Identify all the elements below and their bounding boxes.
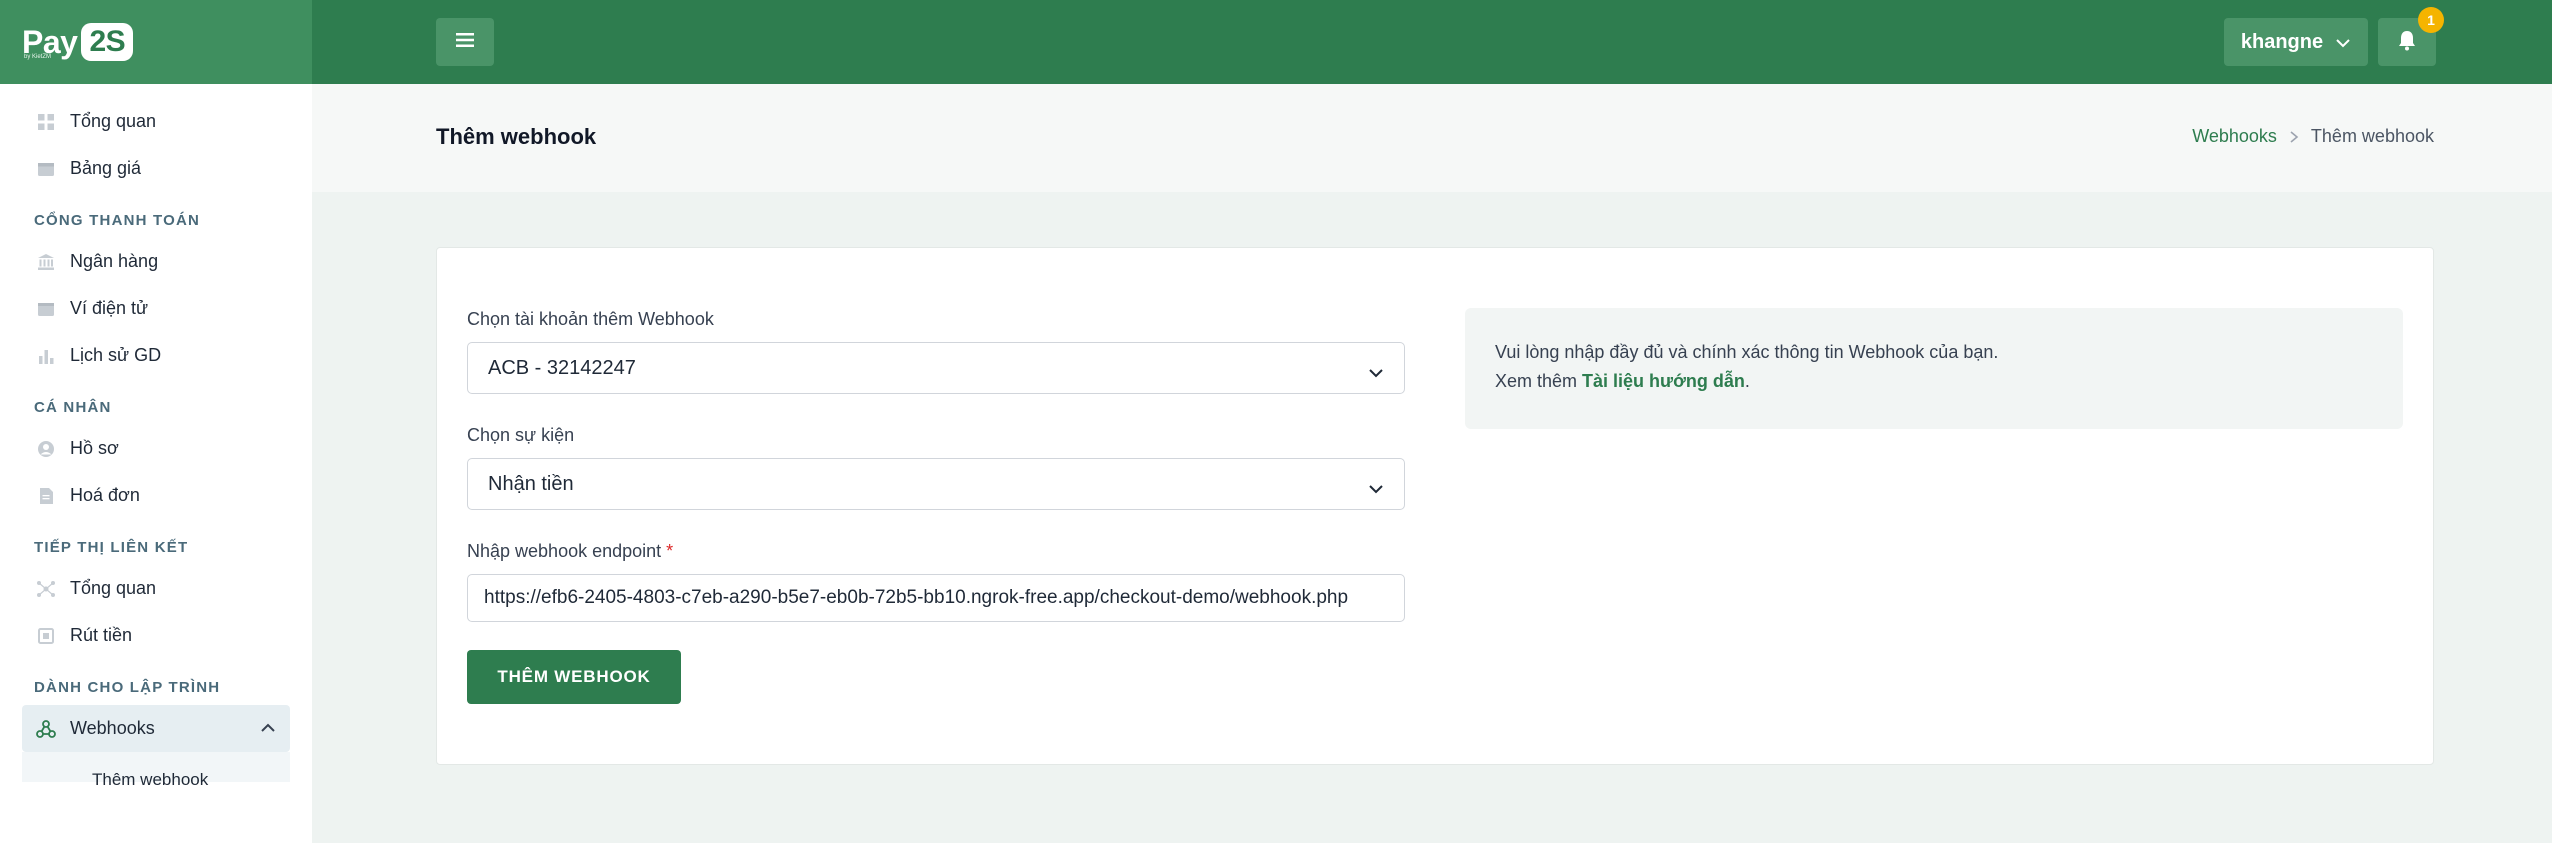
- sidebar-item-label: Hoá đơn: [70, 485, 140, 505]
- brand-subtitle: by KietZM: [24, 54, 52, 60]
- chevron-down-icon: [1368, 477, 1384, 500]
- account-select[interactable]: ACB - 32142247: [467, 342, 1405, 394]
- network-icon: [36, 579, 56, 599]
- chevron-up-icon: [260, 720, 276, 738]
- sidebar-item-overview[interactable]: Tổng quan: [22, 98, 290, 145]
- user-menu-button[interactable]: khangne: [2224, 18, 2368, 66]
- sidebar-item-label: Webhooks: [70, 718, 155, 738]
- chevron-right-icon: [2289, 130, 2299, 144]
- account-label: Chọn tài khoản thêm Webhook: [467, 309, 714, 329]
- brand-number: 2S: [81, 23, 134, 61]
- section-title-personal: CÁ NHÂN: [34, 399, 112, 416]
- sidebar-item-label: Lịch sử GD: [70, 345, 162, 365]
- info-line-2: Xem thêm Tài liệu hướng dẫn.: [1495, 367, 2373, 396]
- username: khangne: [2240, 30, 2324, 53]
- hamburger-icon: [456, 32, 474, 53]
- sidebar-item-profile[interactable]: Hồ sơ: [22, 425, 290, 472]
- info-line-1: Vui lòng nhập đầy đủ và chính xác thông …: [1495, 342, 1999, 362]
- sidebar-item-ewallet[interactable]: Ví điện tử: [22, 285, 290, 332]
- bar-chart-icon: [36, 346, 56, 366]
- endpoint-label: Nhập webhook endpoint *: [467, 541, 673, 562]
- page-header: Thêm webhook Webhooks Thêm webhook: [312, 84, 2552, 192]
- section-title-payment: CỔNG THANH TOÁN: [34, 212, 201, 229]
- webhook-icon: [36, 719, 56, 739]
- sidebar-nav: Tổng quan Bảng giá CỔNG THANH TOÁN Ngân …: [0, 84, 312, 789]
- section-title-affiliate: TIẾP THỊ LIÊN KẾT: [34, 539, 189, 556]
- endpoint-input[interactable]: https://efb6-2405-4803-c7eb-a290-b5e7-eb…: [467, 574, 1405, 622]
- sidebar-item-webhooks[interactable]: Webhooks: [22, 705, 290, 752]
- info-box: Vui lòng nhập đầy đủ và chính xác thông …: [1465, 308, 2403, 429]
- endpoint-label-text: Nhập webhook endpoint: [467, 541, 662, 561]
- endpoint-input-value: https://efb6-2405-4803-c7eb-a290-b5e7-eb…: [484, 587, 1349, 608]
- sidebar-item-bank[interactable]: Ngân hàng: [22, 238, 290, 285]
- section-title-developer: DÀNH CHO LẬP TRÌNH: [34, 679, 221, 696]
- withdraw-icon: [36, 626, 56, 646]
- sidebar-item-label: Hồ sơ: [70, 438, 119, 458]
- sidebar-item-invoice[interactable]: Hoá đơn: [22, 472, 290, 519]
- breadcrumb-current: Thêm webhook: [2310, 126, 2434, 146]
- breadcrumb: Webhooks Thêm webhook: [2192, 126, 2434, 147]
- documentation-link[interactable]: Tài liệu hướng dẫn: [1582, 371, 1745, 391]
- event-select[interactable]: Nhận tiền: [467, 458, 1405, 510]
- sidebar-item-affiliate-overview[interactable]: Tổng quan: [22, 565, 290, 612]
- sidebar-item-history[interactable]: Lịch sử GD: [22, 332, 290, 379]
- grid-icon: [36, 112, 56, 132]
- sidebar-item-label: Bảng giá: [70, 158, 142, 178]
- breadcrumb-link-webhooks[interactable]: Webhooks: [2192, 126, 2277, 147]
- sidebar-item-label: Ví điện tử: [70, 298, 149, 318]
- menu-toggle-button[interactable]: [436, 18, 494, 66]
- account-select-value: ACB - 32142247: [488, 356, 636, 379]
- sidebar-item-label: Tổng quan: [70, 578, 157, 598]
- wallet-icon: [36, 299, 56, 319]
- info-line-2-prefix: Xem thêm: [1495, 371, 1583, 391]
- chevron-down-icon: [1368, 361, 1384, 384]
- bank-icon: [36, 252, 56, 272]
- chevron-down-icon: [2335, 31, 2351, 54]
- sidebar-subitem-add-webhook[interactable]: Thêm webhook: [22, 752, 290, 789]
- sidebar-item-pricing[interactable]: Bảng giá: [22, 145, 290, 192]
- sidebar: Pay 2S by KietZM Tổng quan Bảng giá CỔNG…: [0, 0, 312, 843]
- bell-icon: [2397, 29, 2417, 56]
- user-circle-icon: [36, 439, 56, 459]
- webhook-form-card: Chọn tài khoản thêm Webhook ACB - 321422…: [436, 247, 2434, 765]
- notification-badge: 1: [2418, 7, 2444, 33]
- sidebar-item-label: Rút tiền: [70, 625, 133, 645]
- document-icon: [36, 486, 56, 506]
- tag-icon: [36, 159, 56, 179]
- info-line-2-suffix: .: [1744, 371, 1750, 391]
- topbar: khangne 1: [312, 0, 2552, 84]
- sidebar-item-withdraw[interactable]: Rút tiền: [22, 612, 290, 659]
- sidebar-item-label: Ngân hàng: [70, 251, 159, 271]
- add-webhook-button[interactable]: THÊM WEBHOOK: [467, 650, 681, 704]
- event-label: Chọn sự kiện: [467, 425, 575, 445]
- required-marker: *: [666, 541, 674, 561]
- event-select-value: Nhận tiền: [488, 472, 574, 495]
- logo-area[interactable]: Pay 2S by KietZM: [0, 0, 312, 84]
- sidebar-item-label: Tổng quan: [70, 111, 157, 131]
- page-title: Thêm webhook: [436, 124, 597, 149]
